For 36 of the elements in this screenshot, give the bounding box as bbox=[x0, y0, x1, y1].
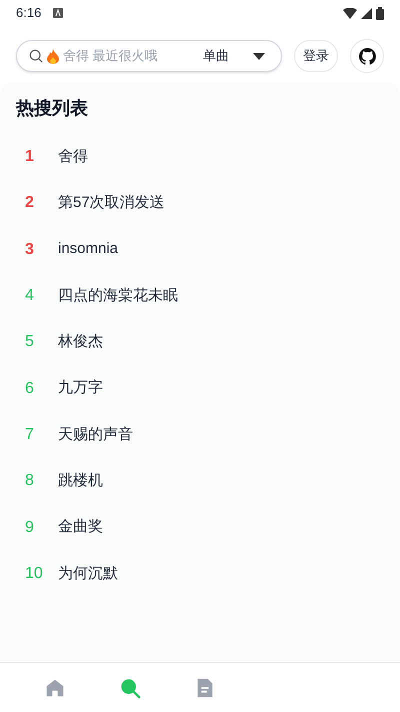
section-title: 热搜列表 bbox=[16, 97, 89, 120]
signal-icon bbox=[361, 8, 372, 18]
github-button[interactable] bbox=[350, 39, 384, 73]
login-button[interactable]: 登录 bbox=[294, 40, 338, 72]
song-title[interactable]: 金曲奖 bbox=[58, 516, 103, 539]
status-time: 6:16 bbox=[16, 4, 42, 22]
song-title[interactable]: 第57次取消发送 bbox=[58, 192, 165, 215]
song-title[interactable]: 九万字 bbox=[58, 377, 103, 400]
song-title[interactable]: 跳楼机 bbox=[58, 470, 103, 492]
caret-icon[interactable] bbox=[253, 52, 265, 60]
search-icon bbox=[29, 49, 43, 63]
search-icon[interactable] bbox=[119, 676, 141, 698]
rank-number: 5 bbox=[24, 332, 35, 352]
github-icon bbox=[358, 48, 376, 64]
rank-number: 7 bbox=[24, 424, 35, 445]
song-title[interactable]: 舍得 bbox=[58, 146, 88, 168]
search-type-dropdown[interactable]: 单曲 bbox=[203, 46, 229, 66]
wifi-icon bbox=[343, 8, 357, 18]
rank-number: 3 bbox=[24, 240, 35, 260]
rank-number: 2 bbox=[24, 193, 35, 214]
song-title[interactable]: 林俊杰 bbox=[58, 331, 103, 354]
rank-number: 4 bbox=[24, 286, 35, 306]
rank-number: 10 bbox=[24, 564, 44, 584]
song-title[interactable]: 四点的海棠花未眠 bbox=[58, 284, 178, 308]
rank-number: 1 bbox=[24, 147, 35, 168]
rank-number: 9 bbox=[24, 518, 35, 538]
rank-number: 6 bbox=[24, 378, 35, 399]
search-input[interactable]: 舍得 最近很火哦 bbox=[63, 46, 199, 66]
song-title[interactable]: 为何沉默 bbox=[58, 562, 118, 586]
song-title[interactable]: 天赐的声音 bbox=[58, 424, 133, 446]
search-field[interactable]: 舍得 最近很火哦 单曲 bbox=[16, 40, 282, 72]
fire-icon bbox=[47, 48, 59, 64]
song-title[interactable]: insomnia bbox=[58, 238, 118, 261]
rank-number: 8 bbox=[24, 471, 35, 492]
notification-icon bbox=[53, 8, 64, 18]
battery-icon bbox=[376, 6, 384, 20]
